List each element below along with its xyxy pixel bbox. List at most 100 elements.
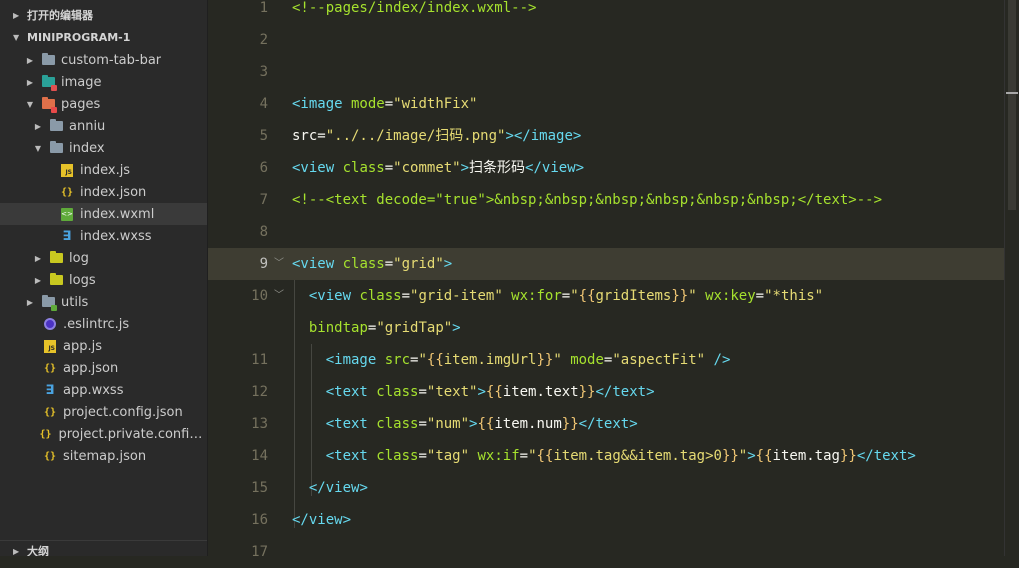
tree-item-sitemap[interactable]: {} sitemap.json [0,445,207,467]
line-number: 9 [259,256,268,272]
tree-item-label: app.json [63,360,119,376]
tree-item-image[interactable]: ▶ image [0,71,207,93]
tree-item-label: index.wxml [80,206,155,222]
tree-item-label: anniu [69,118,106,134]
tree-item-label: sitemap.json [63,448,147,464]
code-text: <view class="grid-item" wx:for="{{gridIt… [308,288,824,304]
code-line: 1 <!--pages/index/index.wxml--> [208,0,1005,24]
image-folder-icon [41,75,57,91]
tree-item-label: app.wxss [63,382,124,398]
chevron-down-icon: ▼ [34,143,42,153]
chevron-right-icon: ▶ [13,10,20,20]
comment-token: <!--pages/index/index.wxml--> [292,0,537,16]
tree-item-label: index.wxss [80,228,152,244]
wxss-file-icon: ∃ [45,382,55,398]
tree-item-eslintrc[interactable]: .eslintrc.js [0,313,207,335]
code-text: <image src="{{item.imgUrl}}" mode="aspec… [325,352,731,368]
line-number: 5 [259,128,268,144]
tree-item-index-wxml[interactable]: <> index.wxml [0,203,207,225]
open-editors-label: 打开的编辑器 [27,9,93,22]
code-line: 5 src="../../image/扫码.png"></image> [208,120,1005,152]
tree-item-index-js[interactable]: JS index.js [0,159,207,181]
tree-item-label: custom-tab-bar [61,52,162,68]
file-explorer-sidebar: ▶ 打开的编辑器 ▼ MINIPROGRAM-1 ▶ custom-tab-ba… [0,0,208,556]
code-text: <!--pages/index/index.wxml--> [292,0,536,24]
project-label: MINIPROGRAM-1 [27,30,131,44]
line-number: 14 [251,448,268,464]
chevron-right-icon: ▶ [26,297,34,307]
line-number: 1 [259,0,268,16]
tree-item-app-js[interactable]: JS app.js [0,335,207,357]
code-text: <view class="grid"> [292,256,453,272]
tree-item-label: utils [61,294,89,310]
js-file-icon: JS [43,339,57,353]
code-line: 2 [208,24,1005,56]
code-line: 12 <text class="text">{{item.text}}</tex… [208,376,1005,408]
line-number: 3 [259,64,268,80]
wxml-file-icon: <> [60,207,74,221]
tree-item-index-json[interactable]: {} index.json [0,181,207,203]
chevron-right-icon: ▶ [13,546,20,556]
tree-item-label: project.private.config.js... [58,426,207,442]
fold-chevron-icon[interactable]: ﹀ [274,280,284,312]
tree-item-index-wxss[interactable]: ∃ index.wxss [0,225,207,247]
code-line: 7 <!--<text decode="true">&nbsp;&nbsp;&n… [208,184,1005,216]
code-line: 13 <text class="num">{{item.num}}</text> [208,408,1005,440]
chevron-right-icon: ▶ [34,253,42,263]
code-text: </view> [308,480,368,496]
line-number [208,312,268,344]
scrollbar-thumb[interactable] [1008,0,1016,210]
pages-folder-icon [41,97,57,113]
line-number: 12 [251,384,268,400]
tree-item-app-json[interactable]: {} app.json [0,357,207,379]
json-file-icon: {} [43,406,57,418]
eslint-file-icon [43,317,57,331]
tree-item-logs[interactable]: ▶ logs [0,269,207,291]
tree-item-utils[interactable]: ▶ utils [0,291,207,313]
chevron-down-icon: ▼ [26,99,34,109]
code-line: 11 <image src="{{item.imgUrl}}" mode="as… [208,344,1005,376]
fold-chevron-icon[interactable]: ﹀ [274,248,284,280]
chevron-right-icon: ▶ [26,77,34,87]
code-editor[interactable]: 1 <!--pages/index/index.wxml--> 2 3 4 <i… [208,0,1019,560]
tree-item-label: logs [69,272,96,288]
code-text: <view class="commet">扫条形码</view> [292,160,585,176]
outline-label: 大纲 [27,545,49,556]
tree-item-anniu[interactable]: ▶ anniu [0,115,207,137]
code-line: 6 <view class="commet">扫条形码</view> [208,152,1005,184]
folder-open-icon [49,141,63,155]
tree-item-project-config[interactable]: {} project.config.json [0,401,207,423]
code-text: </view> [292,512,352,528]
tree-item-log[interactable]: ▶ log [0,247,207,269]
vertical-scrollbar[interactable] [1004,0,1019,556]
project-header[interactable]: ▼ MINIPROGRAM-1 [0,27,207,47]
code-text: <image mode="widthFix" [292,96,478,112]
code-line: 10 ﹀ <view class="grid-item" wx:for="{{g… [208,280,1005,312]
code-text: <!--<text decode="true">&nbsp;&nbsp;&nbs… [292,184,882,216]
code-line-current: 9 ﹀ <view class="grid"> [208,248,1005,280]
code-line: 3 [208,56,1005,88]
tree-item-custom-tab-bar[interactable]: ▶ custom-tab-bar [0,49,207,71]
outline-header[interactable]: ▶ 大纲 [0,540,207,556]
chevron-right-icon: ▶ [26,55,34,65]
folder-icon [49,119,63,133]
tree-item-project-private-config[interactable]: {} project.private.config.js... [0,423,207,445]
json-file-icon: {} [43,362,57,374]
line-number: 7 [259,192,268,208]
tree-item-app-wxss[interactable]: ∃ app.wxss [0,379,207,401]
line-number: 16 [251,512,268,528]
scrollbar-marker [1006,92,1018,94]
tree-item-pages[interactable]: ▼ pages [0,93,207,115]
code-text: bindtap="gridTap"> [300,320,461,336]
json-file-icon: {} [43,450,57,462]
tree-item-label: .eslintrc.js [63,316,130,332]
line-number: 15 [251,480,268,496]
js-file-icon: JS [60,163,74,177]
line-number: 6 [259,160,268,176]
code-line: 14 <text class="tag" wx:if="{{item.tag&&… [208,440,1005,472]
tree-item-index[interactable]: ▼ index [0,137,207,159]
open-editors-header[interactable]: ▶ 打开的编辑器 [0,5,207,25]
utils-folder-icon [41,295,57,311]
code-text: <text class="num">{{item.num}}</text> [325,416,638,432]
code-line: 8 [208,216,1005,248]
